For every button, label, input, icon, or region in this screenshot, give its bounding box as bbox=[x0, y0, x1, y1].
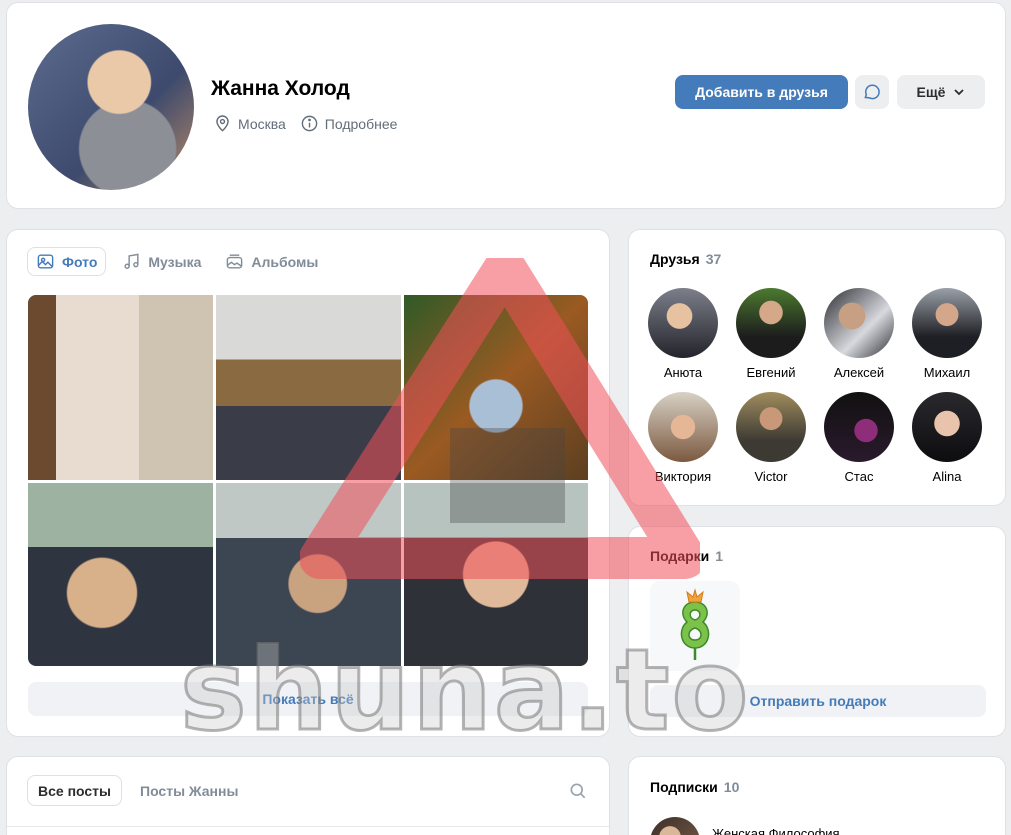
photo-thumbnail[interactable] bbox=[404, 483, 588, 666]
friend-name: Стас bbox=[844, 469, 874, 484]
tab-albums[interactable]: Альбомы bbox=[217, 247, 326, 276]
photo-thumbnail[interactable] bbox=[216, 295, 401, 480]
friend-item[interactable]: Виктория bbox=[639, 392, 727, 484]
profile-details-link[interactable]: Подробнее bbox=[300, 114, 398, 133]
avatar bbox=[824, 288, 894, 358]
profile-details-label: Подробнее bbox=[324, 115, 398, 132]
avatar bbox=[912, 288, 982, 358]
photo-thumbnail[interactable] bbox=[28, 295, 213, 480]
subscriptions-count: 10 bbox=[723, 779, 740, 795]
gifts-title: Подарки bbox=[650, 548, 710, 564]
location-pin-icon bbox=[216, 115, 229, 132]
friend-item[interactable]: Victor bbox=[727, 392, 815, 484]
message-button[interactable] bbox=[855, 75, 889, 109]
tab-all-posts[interactable]: Все посты bbox=[27, 775, 122, 806]
friend-name: Victor bbox=[754, 469, 788, 484]
tab-albums-label: Альбомы bbox=[251, 253, 319, 270]
avatar bbox=[650, 817, 700, 835]
avatar bbox=[648, 288, 718, 358]
divider bbox=[7, 826, 609, 827]
friends-title-link[interactable]: Друзья 37 bbox=[650, 251, 721, 267]
music-icon bbox=[124, 253, 139, 269]
tab-music-label: Музыка bbox=[148, 253, 202, 270]
search-icon[interactable] bbox=[568, 781, 588, 801]
profile-city-label: Москва bbox=[238, 115, 286, 132]
gifts-title-link[interactable]: Подарки 1 bbox=[650, 548, 723, 564]
photo-icon bbox=[37, 254, 54, 269]
gifts-count: 1 bbox=[715, 548, 724, 564]
media-tabs: Фото Музыка Альбомы bbox=[27, 247, 326, 276]
friend-name: Михаил bbox=[923, 365, 971, 380]
media-block: Фото Музыка Альбомы Показать всё bbox=[6, 229, 610, 737]
tab-photos-label: Фото bbox=[62, 253, 98, 270]
show-all-photos-button[interactable]: Показать всё bbox=[28, 682, 588, 716]
profile-avatar[interactable] bbox=[28, 24, 194, 190]
posts-tabs: Все посты Посты Жанны bbox=[27, 775, 248, 806]
send-gift-button[interactable]: Отправить подарок bbox=[650, 685, 986, 717]
subscription-item[interactable]: Женская Философия bbox=[650, 817, 840, 835]
posts-block: Все посты Посты Жанны bbox=[6, 756, 610, 835]
photo-thumbnail[interactable] bbox=[28, 483, 213, 666]
friends-title: Друзья bbox=[650, 251, 700, 267]
photo-grid bbox=[28, 295, 588, 666]
friend-item[interactable]: Анюта bbox=[639, 288, 727, 380]
friends-grid: Анюта Евгений Алексей Михаил Виктория Vi… bbox=[639, 288, 991, 484]
friend-item[interactable]: Евгений bbox=[727, 288, 815, 380]
message-bubble-icon bbox=[864, 84, 880, 100]
tab-owner-posts[interactable]: Посты Жанны bbox=[130, 775, 248, 806]
add-friend-button[interactable]: Добавить в друзья bbox=[675, 75, 848, 109]
avatar bbox=[736, 288, 806, 358]
profile-header: Жанна Холод Москва Подробнее Добавить в … bbox=[6, 2, 1006, 209]
friends-block: Друзья 37 Анюта Евгений Алексей Михаил Ви… bbox=[628, 229, 1006, 506]
friends-count: 37 bbox=[705, 251, 722, 267]
subscriptions-block: Подписки 10 Женская Философия bbox=[628, 756, 1006, 835]
albums-icon bbox=[227, 254, 243, 269]
friend-item[interactable]: Михаил bbox=[903, 288, 991, 380]
avatar bbox=[648, 392, 718, 462]
more-button[interactable]: Ещё bbox=[897, 75, 985, 109]
tab-photos[interactable]: Фото bbox=[27, 247, 107, 276]
info-icon bbox=[301, 115, 318, 132]
avatar bbox=[912, 392, 982, 462]
gifts-block: Подарки 1 Отправить подарок bbox=[628, 526, 1006, 737]
tulip-eight-gift-icon bbox=[680, 588, 710, 660]
gift-item[interactable] bbox=[650, 581, 740, 671]
subscription-name: Женская Философия bbox=[712, 825, 840, 835]
subscriptions-title-link[interactable]: Подписки 10 bbox=[650, 779, 739, 795]
profile-name: Жанна Холод bbox=[211, 77, 350, 100]
friend-name: Евгений bbox=[746, 365, 796, 380]
friend-item[interactable]: Алексей bbox=[815, 288, 903, 380]
friend-name: Анюта bbox=[663, 365, 703, 380]
friend-name: Алексей bbox=[833, 365, 885, 380]
friend-item[interactable]: Alina bbox=[903, 392, 991, 484]
friend-name: Alina bbox=[932, 469, 962, 484]
friend-name: Виктория bbox=[654, 469, 712, 484]
subscriptions-title: Подписки bbox=[650, 779, 718, 795]
profile-city[interactable]: Москва bbox=[213, 114, 286, 133]
friend-item[interactable]: Стас bbox=[815, 392, 903, 484]
more-button-label: Ещё bbox=[916, 84, 946, 100]
chevron-down-icon bbox=[954, 89, 965, 96]
profile-meta: Москва Подробнее bbox=[213, 114, 397, 133]
photo-thumbnail[interactable] bbox=[216, 483, 401, 666]
tab-music[interactable]: Музыка bbox=[114, 247, 209, 276]
avatar bbox=[824, 392, 894, 462]
photo-thumbnail[interactable] bbox=[404, 295, 588, 480]
avatar bbox=[736, 392, 806, 462]
